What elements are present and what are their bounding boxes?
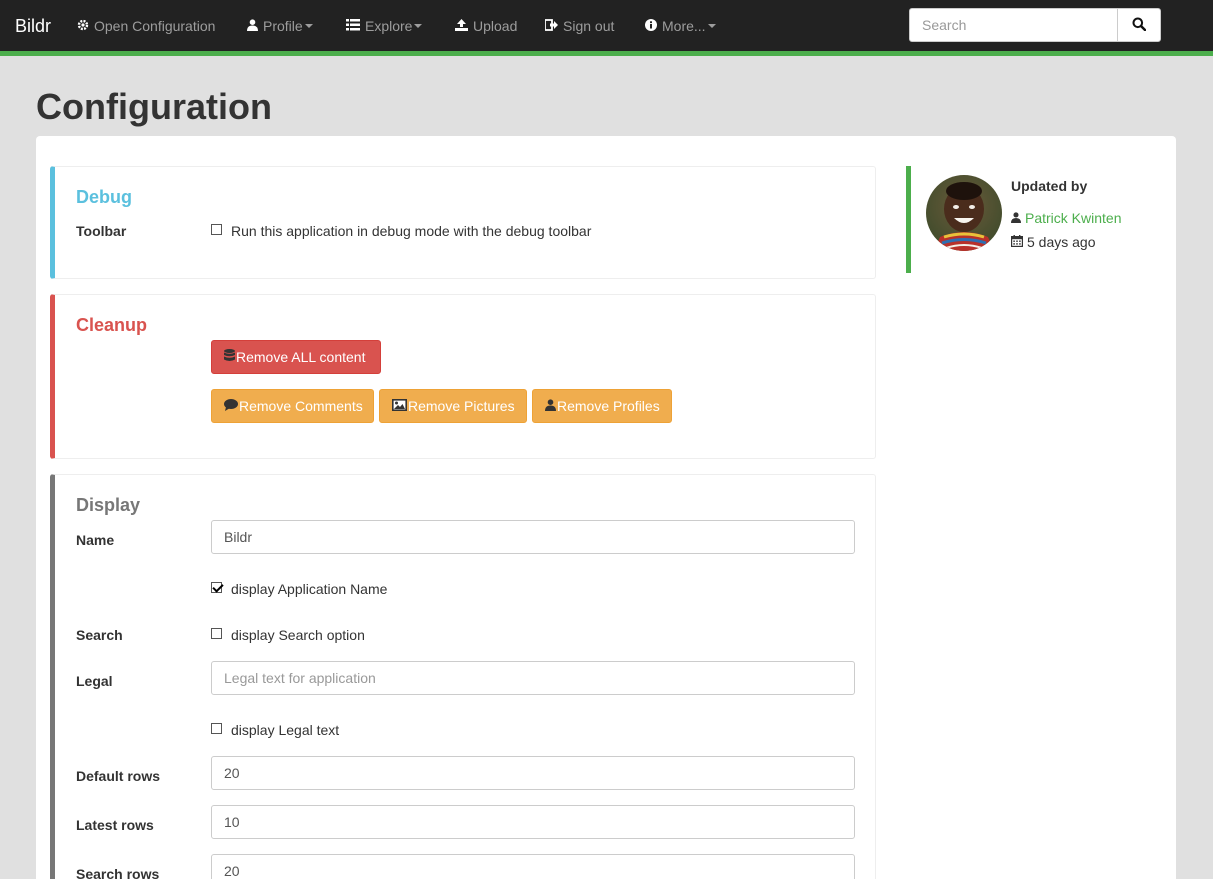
nav-more-label: More... [662, 18, 706, 34]
nav-sign-out[interactable]: Sign out [544, 18, 615, 34]
remove-pictures-button[interactable]: Remove Pictures [379, 389, 527, 423]
updated-by-user-link[interactable]: Patrick Kwinten [1011, 210, 1121, 226]
display-section: Display Name Bildr display Application N… [50, 474, 876, 879]
cleanup-section: Cleanup Remove ALL content Remove Commen… [50, 294, 876, 459]
navbar-search [909, 8, 1161, 42]
user-icon [247, 18, 258, 34]
display-search-label[interactable]: display Search option [231, 627, 365, 643]
database-icon [224, 349, 235, 365]
search-button[interactable] [1117, 9, 1160, 41]
name-label: Name [76, 532, 115, 548]
nav-profile-label: Profile [263, 18, 303, 34]
updated-time: 5 days ago [1011, 234, 1096, 250]
chevron-down-icon [707, 24, 716, 28]
latest-rows-label: Latest rows [76, 817, 154, 833]
search-label: Search [76, 627, 123, 643]
search-rows-label: Search rows [76, 866, 160, 879]
nav-open-configuration-label: Open Configuration [94, 18, 216, 34]
toolbar-label: Toolbar [76, 223, 127, 239]
display-search-option: display Search option [211, 627, 365, 643]
name-field[interactable]: Bildr [211, 520, 855, 554]
remove-all-content-button[interactable]: Remove ALL content [211, 340, 381, 374]
remove-comments-button[interactable]: Remove Comments [211, 389, 374, 423]
nav-more-dropdown[interactable]: More... [645, 18, 716, 34]
display-search-checkbox[interactable] [211, 627, 222, 639]
legal-field[interactable]: Legal text for application [211, 661, 855, 695]
nav-explore-label: Explore [365, 18, 413, 34]
latest-rows-field[interactable]: 10 [211, 805, 855, 839]
search-icon [1132, 17, 1147, 34]
search-input[interactable] [910, 9, 1117, 41]
chevron-down-icon [304, 24, 313, 28]
nav-upload-label: Upload [473, 18, 518, 34]
updated-by-user-name: Patrick Kwinten [1025, 210, 1122, 226]
remove-profiles-label: Remove Profiles [557, 398, 660, 414]
nav-explore-dropdown[interactable]: Explore [346, 18, 423, 34]
debug-toolbar-option: Run this application in debug mode with … [211, 223, 591, 239]
debug-title: Debug [76, 187, 132, 207]
display-title: Display [76, 495, 141, 515]
nav-sign-out-label: Sign out [563, 18, 615, 34]
upload-icon [455, 18, 468, 34]
updated-by-card: Updated by Patrick Kwinten 5 days ago [906, 166, 1166, 273]
display-app-name-label[interactable]: display Application Name [231, 581, 387, 597]
comment-icon [224, 398, 238, 414]
page-title: Configuration [36, 86, 272, 127]
top-navbar: Bildr Open Configuration Profile Explore… [0, 0, 1213, 56]
nav-profile-dropdown[interactable]: Profile [247, 18, 313, 34]
cleanup-title: Cleanup [76, 315, 148, 335]
remove-comments-label: Remove Comments [239, 398, 363, 414]
search-rows-field[interactable]: 20 [211, 854, 855, 879]
picture-icon [392, 398, 407, 414]
sign-out-icon [544, 18, 558, 34]
remove-all-content-label: Remove ALL content [236, 349, 366, 365]
debug-section: Debug Toolbar Run this application in de… [50, 166, 876, 279]
debug-toolbar-checkbox-label[interactable]: Run this application in debug mode with … [231, 223, 591, 239]
legal-label: Legal [76, 673, 113, 689]
user-icon [545, 398, 556, 414]
remove-pictures-label: Remove Pictures [408, 398, 515, 414]
remove-profiles-button[interactable]: Remove Profiles [532, 389, 672, 423]
info-icon [645, 18, 657, 34]
avatar [926, 175, 1002, 251]
list-icon [346, 18, 360, 34]
calendar-icon [1011, 234, 1024, 250]
display-app-name-option: display Application Name [211, 581, 387, 597]
display-app-name-checkbox[interactable] [211, 581, 222, 593]
nav-upload[interactable]: Upload [455, 18, 517, 34]
display-legal-label[interactable]: display Legal text [231, 722, 339, 738]
gear-icon [77, 18, 89, 34]
display-legal-option: display Legal text [211, 722, 339, 738]
brand-link[interactable]: Bildr [15, 16, 51, 37]
user-icon [1011, 210, 1021, 226]
chevron-down-icon [414, 24, 423, 28]
debug-toolbar-checkbox[interactable] [211, 223, 222, 235]
nav-open-configuration[interactable]: Open Configuration [77, 18, 215, 34]
display-legal-checkbox[interactable] [211, 722, 222, 734]
updated-time-label: 5 days ago [1027, 234, 1096, 250]
updated-by-label: Updated by [1011, 178, 1088, 194]
default-rows-label: Default rows [76, 768, 161, 784]
default-rows-field[interactable]: 20 [211, 756, 855, 790]
